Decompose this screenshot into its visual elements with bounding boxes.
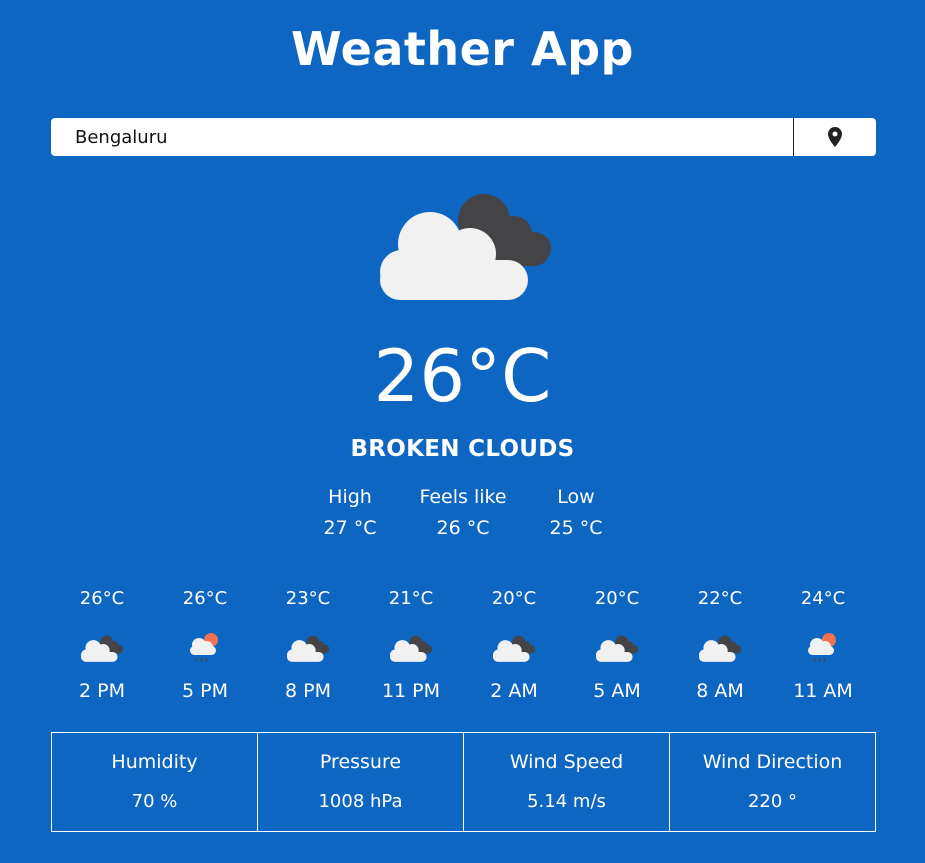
search-bar xyxy=(51,118,876,156)
broken-clouds-icon xyxy=(80,635,124,662)
hourly-forecast-item: 24°C 11 AM xyxy=(773,588,873,702)
humidity-label: Humidity xyxy=(111,751,198,773)
broken-clouds-icon xyxy=(595,635,639,662)
hourly-temp: 20°C xyxy=(491,588,537,609)
broken-clouds-icon xyxy=(286,635,330,662)
broken-clouds-icon xyxy=(698,635,742,662)
broken-clouds-icon xyxy=(380,194,551,300)
low-value: 25 °C xyxy=(549,517,603,539)
pressure-value: 1008 hPa xyxy=(318,791,403,812)
hourly-temp: 23°C xyxy=(285,588,331,609)
current-temperature: 26°C xyxy=(373,334,552,418)
hourly-forecast-item: 26°C 2 PM xyxy=(52,588,152,702)
high-value: 27 °C xyxy=(323,517,377,539)
hourly-time: 11 PM xyxy=(381,680,441,702)
hourly-temp: 20°C xyxy=(594,588,640,609)
hourly-time: 8 PM xyxy=(285,680,331,702)
high-label: High xyxy=(328,486,372,508)
wind-speed-label: Wind Speed xyxy=(509,751,624,773)
map-pin-icon xyxy=(828,127,842,147)
weather-description: BROKEN CLOUDS xyxy=(350,436,575,462)
hourly-time: 11 AM xyxy=(793,680,853,702)
wind-direction-label: Wind Direction xyxy=(702,751,843,773)
broken-clouds-icon xyxy=(389,635,433,662)
hourly-time: 8 AM xyxy=(696,680,744,702)
humidity-value: 70 % xyxy=(131,791,178,812)
high-stat: High 27 °C xyxy=(290,486,410,539)
feels-like-stat: Feels like 26 °C xyxy=(403,486,523,539)
hourly-time: 5 AM xyxy=(593,680,641,702)
details-table: Humidity 70 % Pressure 1008 hPa Wind Spe… xyxy=(51,732,876,832)
hourly-time: 2 AM xyxy=(490,680,538,702)
hourly-temp: 26°C xyxy=(79,588,125,609)
app-title: Weather App xyxy=(291,22,634,76)
pressure-cell: Pressure 1008 hPa xyxy=(258,733,464,831)
low-label: Low xyxy=(557,486,595,508)
hourly-forecast-item: 23°C 8 PM xyxy=(258,588,358,702)
hourly-temp: 22°C xyxy=(697,588,743,609)
hourly-temp: 24°C xyxy=(800,588,846,609)
feels-like-label: Feels like xyxy=(419,486,507,508)
hourly-time: 5 PM xyxy=(182,680,228,702)
hourly-forecast-item: 21°C 11 PM xyxy=(361,588,461,702)
sun-cloud-rain-icon xyxy=(808,633,836,663)
wind-speed-value: 5.14 m/s xyxy=(527,791,606,812)
hourly-forecast-item: 26°C 5 PM xyxy=(155,588,255,702)
low-stat: Low 25 °C xyxy=(516,486,636,539)
wind-speed-cell: Wind Speed 5.14 m/s xyxy=(464,733,670,831)
wind-direction-cell: Wind Direction 220 ° xyxy=(670,733,875,831)
city-search-input[interactable] xyxy=(51,118,793,156)
humidity-cell: Humidity 70 % xyxy=(52,733,258,831)
hourly-temp: 26°C xyxy=(182,588,228,609)
wind-direction-value: 220 ° xyxy=(747,791,798,812)
hourly-forecast-item: 20°C 2 AM xyxy=(464,588,564,702)
hourly-forecast-item: 20°C 5 AM xyxy=(567,588,667,702)
sun-cloud-rain-icon xyxy=(190,633,218,663)
hourly-temp: 21°C xyxy=(388,588,434,609)
feels-like-value: 26 °C xyxy=(436,517,490,539)
pressure-label: Pressure xyxy=(319,751,402,773)
location-button[interactable] xyxy=(793,118,876,156)
hourly-forecast-item: 22°C 8 AM xyxy=(670,588,770,702)
broken-clouds-icon xyxy=(492,635,536,662)
hourly-time: 2 PM xyxy=(79,680,125,702)
